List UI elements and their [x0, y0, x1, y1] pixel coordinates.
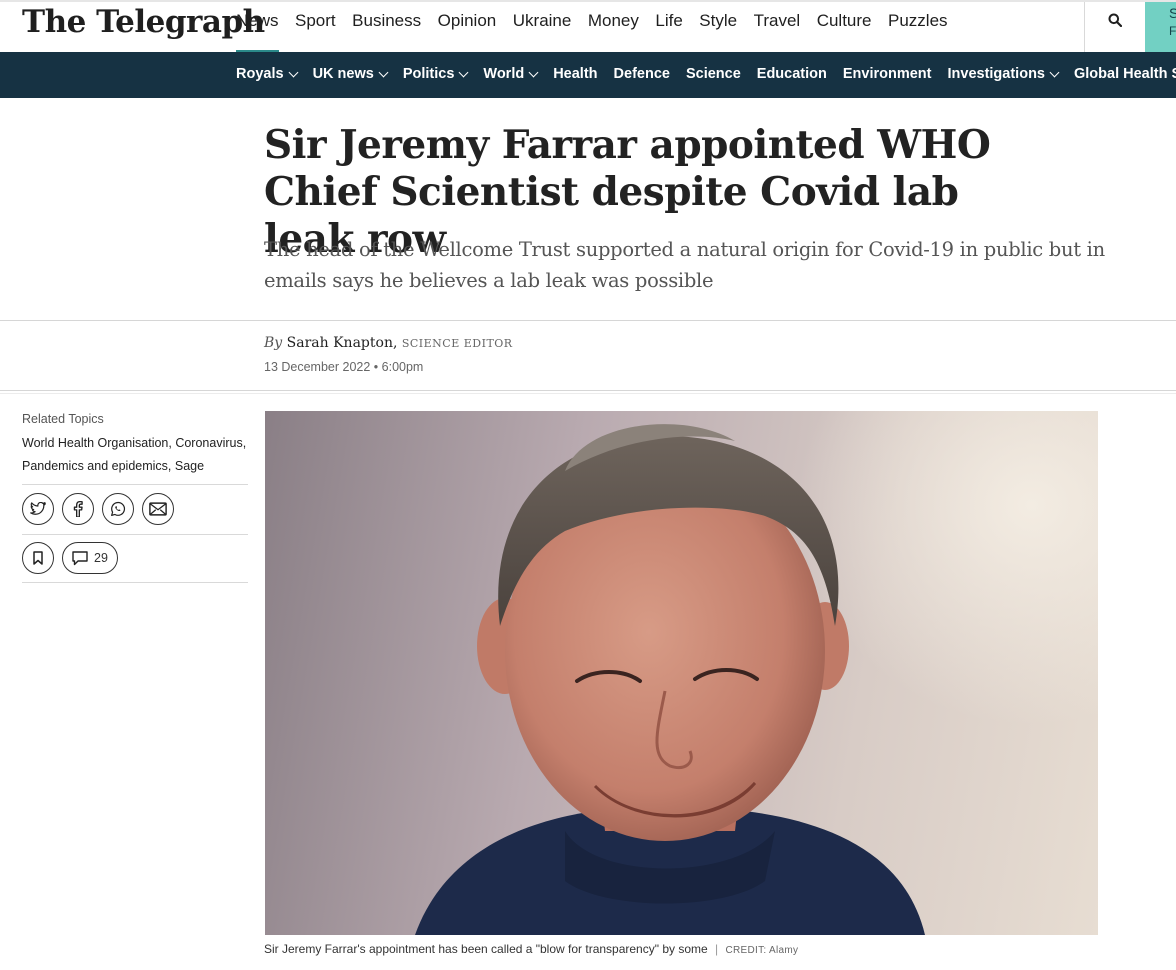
subnav-royals[interactable]: Royals — [236, 66, 299, 83]
related-topics-label: Related Topics — [22, 412, 104, 426]
bookmark-icon — [33, 551, 43, 565]
subnav-label: Environment — [842, 66, 932, 82]
share-facebook-button[interactable] — [62, 493, 94, 525]
subnav-investigations[interactable]: Investigations — [947, 66, 1060, 83]
photo-credit: CREDIT: Alamy — [725, 945, 799, 956]
search-button[interactable] — [1084, 2, 1144, 54]
subnav-label: Science — [685, 66, 741, 82]
site-header: The Telegraph News Sport Business Opinio… — [0, 0, 1176, 54]
topic-link[interactable]: Sage — [175, 459, 204, 473]
topic-link[interactable]: World Health Organisation — [22, 436, 168, 450]
search-icon — [1108, 13, 1122, 27]
nav-item-life[interactable]: Life — [655, 11, 682, 31]
subnav-global-health-security[interactable]: Global Health Security — [1074, 66, 1176, 83]
topic-link[interactable]: Pandemics and epidemics — [22, 459, 168, 473]
related-topics-list: World Health Organisation, Coronavirus, … — [22, 436, 247, 473]
section-nav: Royals UK news Politics World Health Def… — [0, 52, 1176, 98]
subnav-defence[interactable]: Defence — [614, 66, 670, 83]
subscribe-label-1: S — [1169, 5, 1176, 21]
article-photo — [265, 411, 1098, 935]
bookmark-button[interactable] — [22, 542, 54, 574]
divider — [22, 534, 248, 535]
nav-item-money[interactable]: Money — [588, 11, 639, 31]
nav-item-business[interactable]: Business — [352, 11, 421, 31]
topic-link[interactable]: Coronavirus — [175, 436, 242, 450]
subnav-environment[interactable]: Environment — [843, 66, 932, 83]
nav-item-ukraine[interactable]: Ukraine — [513, 11, 572, 31]
whatsapp-icon — [111, 501, 125, 516]
telegraph-logo[interactable]: The Telegraph — [22, 4, 265, 40]
article-actions: 29 — [22, 542, 118, 574]
subnav-health[interactable]: Health — [553, 66, 597, 83]
subscribe-label-2: F — [1169, 24, 1176, 38]
subnav-uk-news[interactable]: UK news — [312, 66, 389, 83]
byline: By Sarah Knapton, SCIENCE EDITOR — [264, 335, 513, 351]
nav-item-opinion[interactable]: Opinion — [438, 11, 497, 31]
comments-button[interactable]: 29 — [62, 542, 118, 574]
photo-caption: Sir Jeremy Farrar's appointment has been… — [264, 942, 798, 956]
chevron-down-icon — [528, 67, 539, 78]
comment-icon — [72, 550, 88, 565]
twitter-icon — [30, 502, 46, 515]
nav-item-culture[interactable]: Culture — [817, 11, 872, 31]
subnav-label: Health — [553, 66, 598, 82]
comment-count: 29 — [94, 551, 108, 565]
primary-nav: News Sport Business Opinion Ukraine Mone… — [236, 11, 964, 54]
share-whatsapp-button[interactable] — [102, 493, 134, 525]
subnav-label: Global Health Security — [1074, 66, 1176, 82]
nav-item-puzzles[interactable]: Puzzles — [888, 11, 948, 31]
nav-item-sport[interactable]: Sport — [295, 11, 336, 31]
caption-text: Sir Jeremy Farrar's appointment has been… — [264, 942, 708, 956]
chevron-down-icon — [1049, 67, 1060, 78]
author-link[interactable]: Sarah Knapton, — [287, 335, 398, 351]
facebook-icon — [73, 501, 83, 517]
share-buttons — [22, 493, 174, 525]
subnav-label: Defence — [613, 66, 670, 82]
nav-item-style[interactable]: Style — [699, 11, 737, 31]
byline-prefix: By — [264, 335, 283, 351]
nav-item-news[interactable]: News — [236, 11, 279, 54]
nav-item-travel[interactable]: Travel — [754, 11, 801, 31]
chevron-down-icon — [288, 67, 299, 78]
divider — [0, 393, 1176, 394]
subnav-label: Education — [756, 66, 827, 82]
divider — [0, 320, 1176, 321]
divider — [22, 582, 248, 583]
caption-separator: | — [715, 942, 719, 956]
chevron-down-icon — [458, 67, 469, 78]
share-twitter-button[interactable] — [22, 493, 54, 525]
portrait-illustration — [415, 424, 925, 935]
subnav-politics[interactable]: Politics — [402, 66, 469, 83]
author-role: SCIENCE EDITOR — [401, 337, 513, 350]
subscribe-button[interactable]: S F — [1145, 2, 1176, 54]
chevron-down-icon — [378, 67, 389, 78]
article-standfirst: The head of the Wellcome Trust supported… — [264, 238, 1105, 292]
subnav-label: Politics — [402, 66, 455, 82]
publish-date: 13 December 2022 • 6:00pm — [264, 360, 424, 374]
share-email-button[interactable] — [142, 493, 174, 525]
subnav-science[interactable]: Science — [686, 66, 741, 83]
subnav-world[interactable]: World — [483, 66, 539, 83]
subnav-label: Investigations — [947, 66, 1046, 82]
subnav-label: Royals — [236, 66, 284, 82]
email-icon — [149, 502, 167, 516]
subnav-education[interactable]: Education — [757, 66, 827, 83]
divider — [0, 390, 1176, 391]
subnav-label: UK news — [312, 66, 374, 82]
subnav-label: World — [483, 66, 525, 82]
divider — [22, 484, 248, 485]
